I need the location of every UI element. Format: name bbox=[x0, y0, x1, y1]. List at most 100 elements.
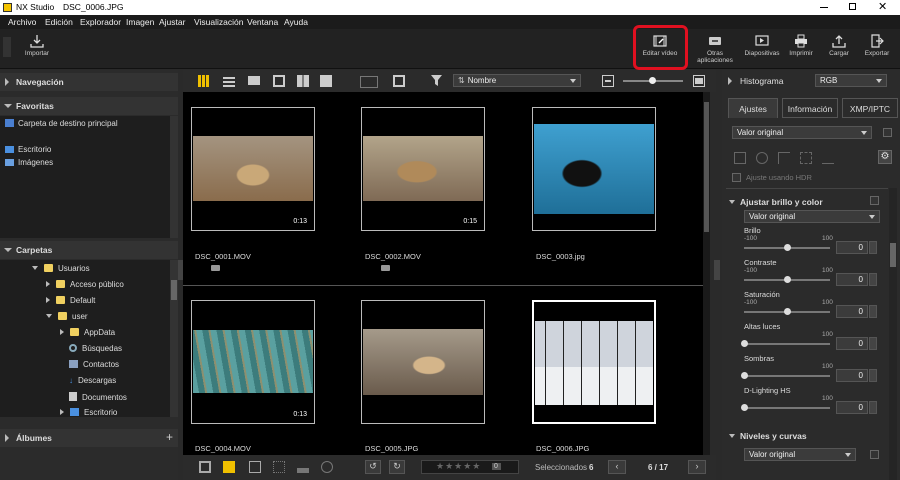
slider-spinner[interactable] bbox=[869, 401, 877, 414]
slider-spinner[interactable] bbox=[869, 369, 877, 382]
minimize-icon[interactable] bbox=[820, 7, 828, 8]
import-button[interactable]: Importar bbox=[13, 32, 61, 66]
slider-knob[interactable] bbox=[741, 404, 748, 411]
slider-track[interactable] bbox=[741, 372, 830, 379]
tree-item[interactable]: Usuarios bbox=[32, 264, 90, 273]
brightness-section-header[interactable]: Ajustar brillo y color bbox=[726, 194, 888, 210]
menu-ajustar[interactable]: Ajustar bbox=[159, 17, 185, 27]
grid-overlay-icon[interactable] bbox=[273, 461, 285, 473]
favorite-item[interactable]: Carpeta de destino principal bbox=[5, 119, 118, 128]
compare-view-icon[interactable] bbox=[273, 75, 285, 87]
slider-knob[interactable] bbox=[784, 244, 791, 251]
menu-visualizacion[interactable]: Visualización bbox=[194, 17, 243, 27]
fullscreen-icon[interactable] bbox=[393, 75, 405, 87]
menu-explorador[interactable]: Explorador bbox=[80, 17, 121, 27]
slider-value-field[interactable]: 0 bbox=[836, 369, 868, 382]
folders-scroll-thumb[interactable] bbox=[171, 280, 177, 300]
frame-icon[interactable] bbox=[249, 461, 261, 473]
slider-knob[interactable] bbox=[784, 308, 791, 315]
slider-value-field[interactable]: 0 bbox=[836, 401, 868, 414]
hdr-checkbox[interactable] bbox=[732, 173, 741, 182]
tool-perspective-icon[interactable] bbox=[800, 152, 812, 164]
tree-item[interactable]: Documentos bbox=[69, 392, 127, 402]
slider-knob[interactable] bbox=[741, 372, 748, 379]
levels-checkbox[interactable] bbox=[870, 450, 879, 459]
settings-gear-button[interactable]: ⚙ bbox=[878, 150, 892, 164]
preset-checkbox[interactable] bbox=[883, 128, 892, 137]
info-icon[interactable] bbox=[321, 461, 333, 473]
menu-archivo[interactable]: Archivo bbox=[8, 17, 36, 27]
slider-knob[interactable] bbox=[784, 276, 791, 283]
thumbnail[interactable]: 0:15 bbox=[361, 107, 485, 231]
single-view-icon[interactable] bbox=[248, 76, 260, 85]
folders-header[interactable]: Carpetas bbox=[0, 241, 178, 259]
menu-ventana[interactable]: Ventana bbox=[247, 17, 278, 27]
zoom-in-icon[interactable] bbox=[693, 75, 705, 87]
brightness-section-checkbox[interactable] bbox=[870, 196, 879, 205]
favorite-item[interactable]: Escritorio bbox=[5, 145, 51, 154]
sync-icon[interactable] bbox=[360, 76, 378, 88]
rotate-right-icon[interactable]: ↻ bbox=[389, 460, 405, 474]
zoom-out-icon[interactable] bbox=[602, 75, 614, 87]
right-collapse-handle[interactable] bbox=[714, 260, 720, 280]
slider-track[interactable] bbox=[744, 276, 830, 283]
navigation-header[interactable]: Navegación bbox=[0, 73, 178, 91]
rating-stars[interactable]: ★★★★★ bbox=[436, 461, 481, 471]
export-button[interactable]: Exportar bbox=[853, 32, 900, 66]
preset-select[interactable]: Valor original bbox=[732, 126, 872, 139]
slider-track[interactable] bbox=[744, 308, 830, 315]
tree-item[interactable]: Default bbox=[46, 296, 95, 305]
menu-edicion[interactable]: Edición bbox=[45, 17, 73, 27]
right-scrollbar[interactable] bbox=[889, 188, 897, 480]
add-album-icon[interactable]: + bbox=[166, 430, 173, 444]
slider-track[interactable] bbox=[741, 404, 830, 411]
slider-value-field[interactable]: 0 bbox=[836, 305, 868, 318]
histogram-overlay-icon[interactable] bbox=[297, 461, 309, 473]
slider-spinner[interactable] bbox=[869, 337, 877, 350]
favorite-item[interactable]: Imágenes bbox=[5, 158, 53, 167]
slider-track[interactable] bbox=[741, 340, 830, 347]
thumbnail[interactable] bbox=[361, 300, 485, 424]
tree-item[interactable]: Contactos bbox=[69, 360, 119, 369]
favorites-header[interactable]: Favoritas bbox=[0, 97, 178, 115]
grid-scroll-thumb[interactable] bbox=[704, 102, 709, 232]
tree-item[interactable]: ↓ Descargas bbox=[69, 376, 116, 385]
slider-value-field[interactable]: 0 bbox=[836, 273, 868, 286]
tab-informacion[interactable]: Información bbox=[782, 98, 838, 118]
tab-ajustes[interactable]: Ajustes bbox=[728, 98, 778, 118]
close-icon[interactable]: ✕ bbox=[878, 0, 887, 13]
brightness-preset-select[interactable]: Valor original bbox=[744, 210, 880, 223]
thumbnail-selected[interactable] bbox=[532, 300, 656, 424]
grid-view-icon[interactable] bbox=[198, 75, 210, 87]
tool-straighten-icon[interactable] bbox=[778, 152, 790, 164]
tree-item[interactable]: Búsquedas bbox=[69, 344, 122, 353]
albums-header[interactable]: Álbumes bbox=[0, 429, 178, 447]
histogram-mode-select[interactable]: RGB bbox=[815, 74, 887, 87]
grid-scrollbar[interactable] bbox=[703, 92, 710, 455]
slider-value-field[interactable]: 0 bbox=[836, 241, 868, 254]
sort-select[interactable]: ⇅ Nombre bbox=[453, 74, 581, 87]
levels-preset-select[interactable]: Valor original bbox=[744, 448, 856, 461]
thumbnail[interactable]: 0:13 bbox=[191, 107, 315, 231]
slider-knob[interactable] bbox=[741, 340, 748, 347]
other-apps-button[interactable]: Otras aplicaciones bbox=[690, 32, 740, 66]
multi-view-2-icon[interactable] bbox=[320, 75, 332, 87]
slider-spinner[interactable] bbox=[869, 305, 877, 318]
tree-item[interactable]: AppData bbox=[60, 328, 115, 337]
right-scroll-thumb[interactable] bbox=[890, 243, 896, 267]
list-view-icon[interactable] bbox=[223, 75, 235, 87]
slider-spinner[interactable] bbox=[869, 273, 877, 286]
thumbnail-size-slider[interactable] bbox=[623, 77, 683, 84]
tree-item[interactable]: user bbox=[46, 312, 88, 321]
tree-item[interactable]: Escritorio bbox=[60, 408, 117, 417]
menu-ayuda[interactable]: Ayuda bbox=[284, 17, 308, 27]
prev-page-button[interactable]: ‹ bbox=[608, 460, 626, 474]
multi-view-icon[interactable] bbox=[297, 75, 309, 87]
menu-imagen[interactable]: Imagen bbox=[126, 17, 154, 27]
tree-item[interactable]: Acceso público bbox=[46, 280, 124, 289]
levels-section-header[interactable]: Niveles y curvas bbox=[726, 428, 888, 444]
folders-scrollbar[interactable] bbox=[170, 260, 178, 417]
favorites-scrollbar[interactable] bbox=[170, 116, 178, 238]
thumbnail[interactable]: 0:13 bbox=[191, 300, 315, 424]
tool-redeye-icon[interactable] bbox=[822, 152, 834, 164]
